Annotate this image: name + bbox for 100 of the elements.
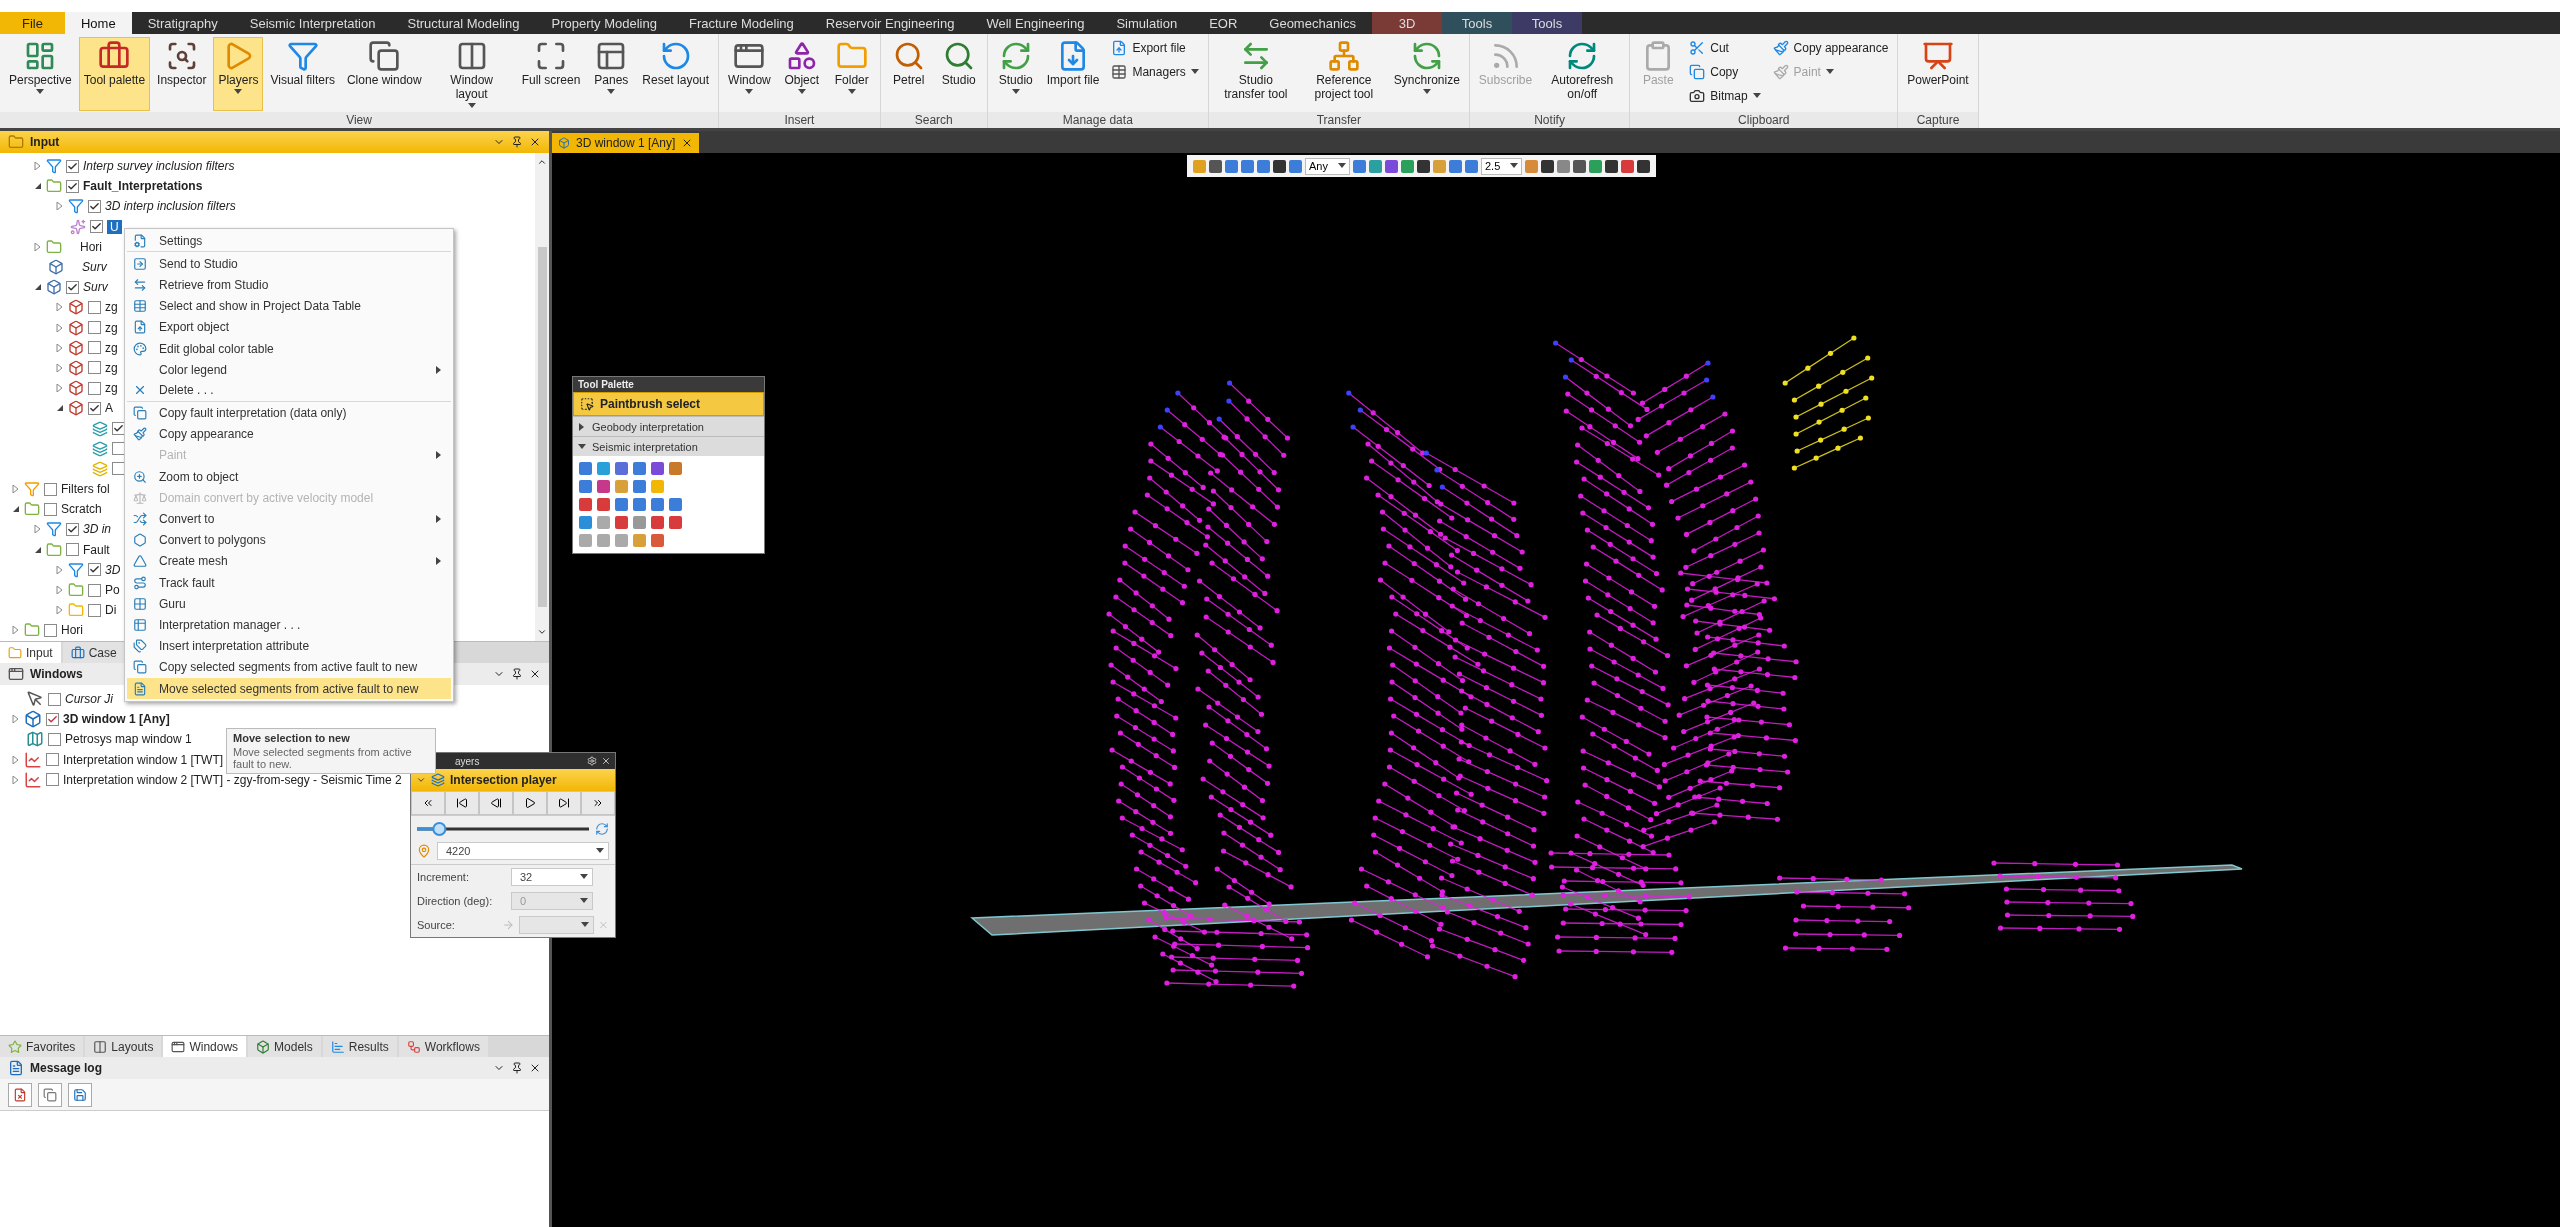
pin-icon[interactable]: [511, 136, 523, 148]
ribbon-tab[interactable]: Tools: [1512, 12, 1582, 34]
collapse-icon[interactable]: [416, 775, 426, 785]
panel-tab[interactable]: Windows: [163, 1036, 247, 1057]
menu-item[interactable]: Copy appearance: [127, 423, 451, 445]
ribbon-button[interactable]: Inspector: [152, 37, 212, 111]
menu-item[interactable]: Copy fault interpretation (data only): [127, 402, 451, 424]
tool-icon[interactable]: [597, 498, 610, 511]
tool-icon[interactable]: [633, 498, 646, 511]
tool-icon[interactable]: [615, 462, 628, 475]
scroll-down-icon[interactable]: [537, 627, 547, 637]
toolbar-icon[interactable]: [1416, 159, 1430, 173]
toolbar-icon[interactable]: [1573, 159, 1587, 173]
menu-item[interactable]: Send to Studio: [127, 253, 451, 275]
tool-icon[interactable]: [669, 516, 682, 529]
transport-button[interactable]: [513, 791, 547, 815]
menu-item[interactable]: Guru: [127, 593, 451, 615]
toolbar-icon[interactable]: [1209, 159, 1222, 173]
menu-item[interactable]: Zoom to object: [127, 466, 451, 488]
scale-select[interactable]: 2.5: [1480, 157, 1523, 175]
tree-item[interactable]: Cursor Ji: [65, 692, 113, 707]
tool-icon[interactable]: [597, 462, 610, 475]
tree-item[interactable]: zg: [105, 381, 118, 396]
ribbon-button[interactable]: Studio transfer tool: [1212, 37, 1299, 111]
ribbon-tab[interactable]: Property Modeling: [535, 12, 673, 34]
panel-tab[interactable]: Input: [0, 642, 61, 663]
tree-item[interactable]: 3D window 1 [Any]: [63, 712, 170, 727]
ribbon-tab[interactable]: Reservoir Engineering: [809, 12, 971, 34]
ribbon-button[interactable]: Petrel: [884, 37, 933, 111]
ribbon-button[interactable]: PowerPoint: [1902, 37, 1974, 111]
tree-item[interactable]: Filters fol: [61, 482, 110, 497]
tree-item[interactable]: zg: [105, 340, 118, 355]
tree-item[interactable]: A: [105, 401, 113, 416]
panel-tab[interactable]: Layouts: [85, 1036, 162, 1057]
menu-item[interactable]: Export object: [127, 316, 451, 338]
tree-item[interactable]: Interpretation window 2 [TWT] - zgy-from-segy - Seismic Time 2: [63, 772, 402, 787]
ribbon-tab[interactable]: Well Engineering: [970, 12, 1101, 34]
position-slider[interactable]: [417, 822, 589, 836]
menu-item[interactable]: Copy selected segments from active fault to new: [127, 656, 451, 678]
ribbon-button[interactable]: Copy: [1684, 61, 1766, 83]
ribbon-button[interactable]: Import file: [1041, 37, 1105, 111]
tree-item[interactable]: 3D: [105, 562, 121, 577]
player-header[interactable]: Intersection player: [411, 769, 615, 791]
menu-item[interactable]: Edit global color table: [127, 337, 451, 360]
transport-button[interactable]: [547, 791, 581, 815]
checkbox[interactable]: [44, 482, 57, 496]
ribbon-tab[interactable]: 3D: [1372, 12, 1442, 34]
ribbon-button[interactable]: Studio: [991, 37, 1040, 111]
panel-tab[interactable]: Results: [322, 1036, 397, 1057]
tree-item[interactable]: Interpretation window 1 [TWT]: [63, 752, 224, 767]
pin-icon[interactable]: [511, 1062, 523, 1074]
close-icon[interactable]: [529, 1062, 541, 1074]
ribbon-tab[interactable]: Tools: [1442, 12, 1512, 34]
menu-item[interactable]: Color legend: [127, 359, 451, 381]
tree-item[interactable]: Fault: [83, 542, 110, 557]
panel-tab[interactable]: Models: [248, 1036, 321, 1057]
checkbox[interactable]: [66, 179, 79, 193]
ribbon-button[interactable]: Export file: [1106, 37, 1204, 59]
tree-item[interactable]: U: [107, 219, 122, 234]
ribbon-button[interactable]: Copy appearance: [1767, 37, 1894, 59]
tool-icon[interactable]: [651, 516, 664, 529]
checkbox[interactable]: [88, 603, 101, 617]
ribbon-button[interactable]: Bitmap: [1684, 85, 1766, 107]
ribbon-button[interactable]: Folder: [827, 37, 876, 111]
pin-icon[interactable]: [511, 668, 523, 680]
tree-item[interactable]: Scratch: [61, 502, 102, 517]
ribbon-tab[interactable]: Stratigraphy: [131, 12, 234, 34]
tool-icon[interactable]: [633, 462, 646, 475]
checkbox[interactable]: [46, 712, 59, 726]
toolbar-icon[interactable]: [1541, 159, 1555, 173]
ribbon-button[interactable]: Players: [213, 37, 264, 111]
menu-item[interactable]: Delete . . .: [127, 380, 451, 402]
tool-icon[interactable]: [615, 516, 628, 529]
domain-select[interactable]: Any: [1305, 157, 1350, 175]
checkbox[interactable]: [66, 159, 79, 173]
checkbox[interactable]: [44, 502, 57, 516]
checkbox[interactable]: [88, 199, 101, 213]
ribbon-button[interactable]: Object: [777, 37, 826, 111]
tree-item[interactable]: Hori: [80, 239, 102, 254]
tool-icon[interactable]: [579, 462, 592, 475]
tree-item[interactable]: Surv: [82, 260, 107, 275]
toolbar-icon[interactable]: [1273, 159, 1286, 173]
panel-tab[interactable]: Case: [62, 642, 125, 663]
panel-tab[interactable]: Workflows: [398, 1036, 488, 1057]
menu-item[interactable]: Track fault: [127, 572, 451, 594]
save-log-button[interactable]: [68, 1082, 92, 1107]
palette-section[interactable]: Seismic interpretation: [573, 436, 764, 456]
ribbon-button[interactable]: Clone window: [341, 37, 427, 111]
ribbon-button[interactable]: Autorefresh on/off: [1539, 37, 1626, 111]
checkbox[interactable]: [66, 522, 79, 536]
tree-item[interactable]: Di: [105, 603, 117, 618]
checkbox[interactable]: [46, 773, 59, 787]
tree-item[interactable]: Fault_Interpretations: [83, 179, 203, 194]
close-icon[interactable]: [601, 756, 611, 766]
scroll-up-icon[interactable]: [537, 157, 547, 167]
ribbon-tab[interactable]: Fracture Modeling: [672, 12, 810, 34]
menu-item[interactable]: Select and show in Project Data Table: [127, 295, 451, 317]
ribbon-button[interactable]: Managers: [1106, 61, 1204, 83]
ribbon-button[interactable]: Panes: [587, 37, 636, 111]
checkbox[interactable]: [88, 321, 101, 335]
